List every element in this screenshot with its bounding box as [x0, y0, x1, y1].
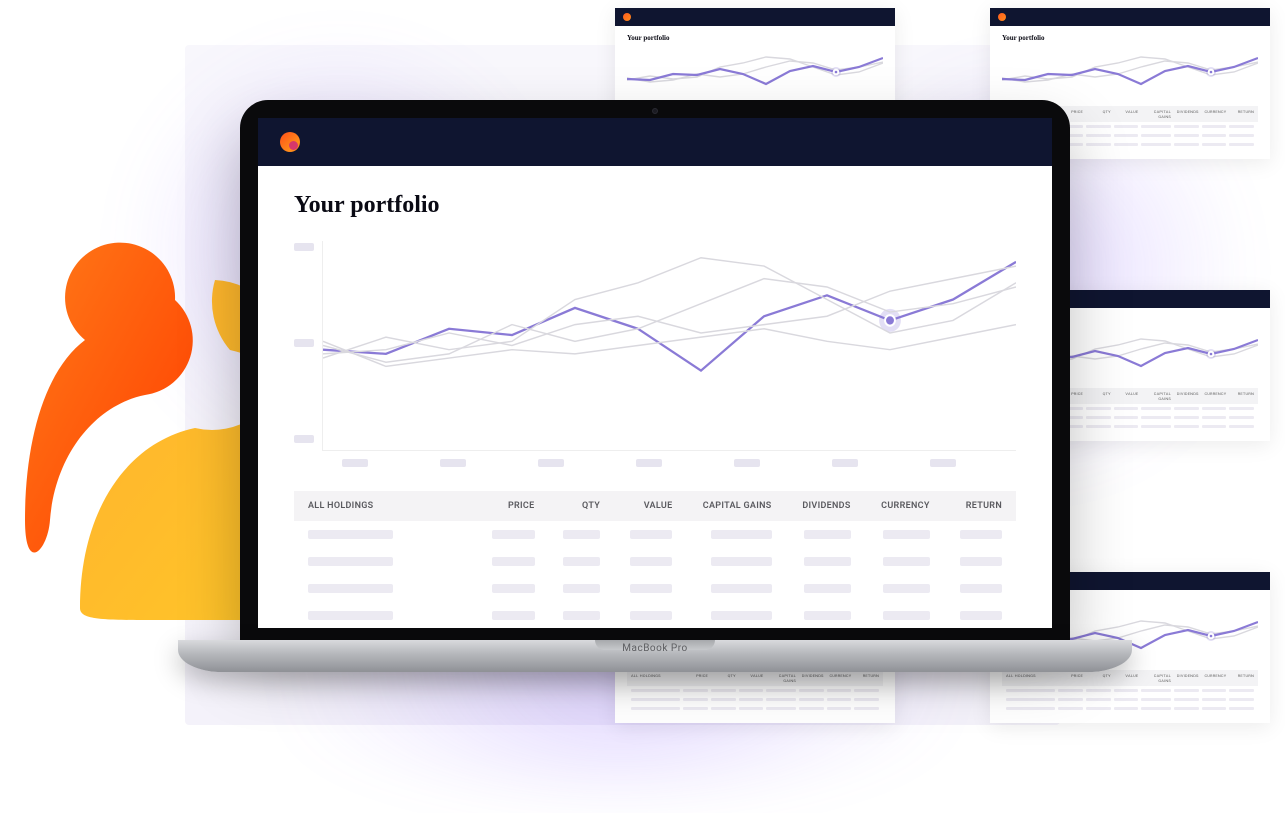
page-title: Your portfolio — [294, 192, 1016, 219]
table-row[interactable] — [294, 548, 1016, 575]
col-currency[interactable]: CURRENCY — [863, 501, 930, 511]
table-header-row: ALL HOLDINGSPRICEQTYVALUECAPITAL GAINSDI… — [627, 670, 883, 686]
table-row[interactable] — [294, 575, 1016, 602]
table-row[interactable] — [294, 521, 1016, 548]
app-logo-icon — [280, 132, 300, 152]
camera-icon — [652, 108, 658, 114]
device-label: MacBook Pro — [178, 643, 1132, 654]
app-logo-icon — [623, 13, 631, 21]
chart-canvas — [322, 241, 1016, 451]
chart-y-ticks — [294, 241, 322, 451]
portfolio-chart[interactable] — [294, 241, 1016, 451]
col-value[interactable]: VALUE — [612, 501, 672, 511]
app-body: Your portfolio ALL HOLDINGS PRICE QTY — [258, 166, 1052, 628]
col-return[interactable]: RETURN — [942, 501, 1002, 511]
laptop-screen-frame: Your portfolio ALL HOLDINGS PRICE QTY — [240, 100, 1070, 640]
laptop-base: MacBook Pro — [178, 640, 1132, 672]
table-header-row: ALL HOLDINGS PRICE QTY VALUE CAPITAL GAI… — [294, 491, 1016, 521]
col-capital-gains[interactable]: CAPITAL GAINS — [684, 501, 771, 511]
portfolio-chart — [1002, 48, 1258, 98]
app-logo-icon — [998, 13, 1006, 21]
col-qty[interactable]: QTY — [547, 501, 601, 511]
page-title: Your portfolio — [1002, 34, 1258, 42]
laptop-device: Your portfolio ALL HOLDINGS PRICE QTY — [240, 100, 1070, 672]
col-price[interactable]: PRICE — [474, 501, 534, 511]
col-dividends[interactable]: DIVIDENDS — [784, 501, 851, 511]
chart-x-ticks — [322, 459, 1016, 467]
holdings-table: ALL HOLDINGS PRICE QTY VALUE CAPITAL GAI… — [294, 491, 1016, 628]
table-header-row: ALL HOLDINGSPRICEQTYVALUECAPITAL GAINSDI… — [1002, 670, 1258, 686]
table-row[interactable] — [294, 602, 1016, 628]
page-title: Your portfolio — [627, 34, 883, 42]
app-header — [258, 118, 1052, 166]
col-holdings[interactable]: ALL HOLDINGS — [308, 501, 462, 511]
portfolio-chart — [627, 48, 883, 98]
app-window: Your portfolio ALL HOLDINGS PRICE QTY — [258, 118, 1052, 628]
